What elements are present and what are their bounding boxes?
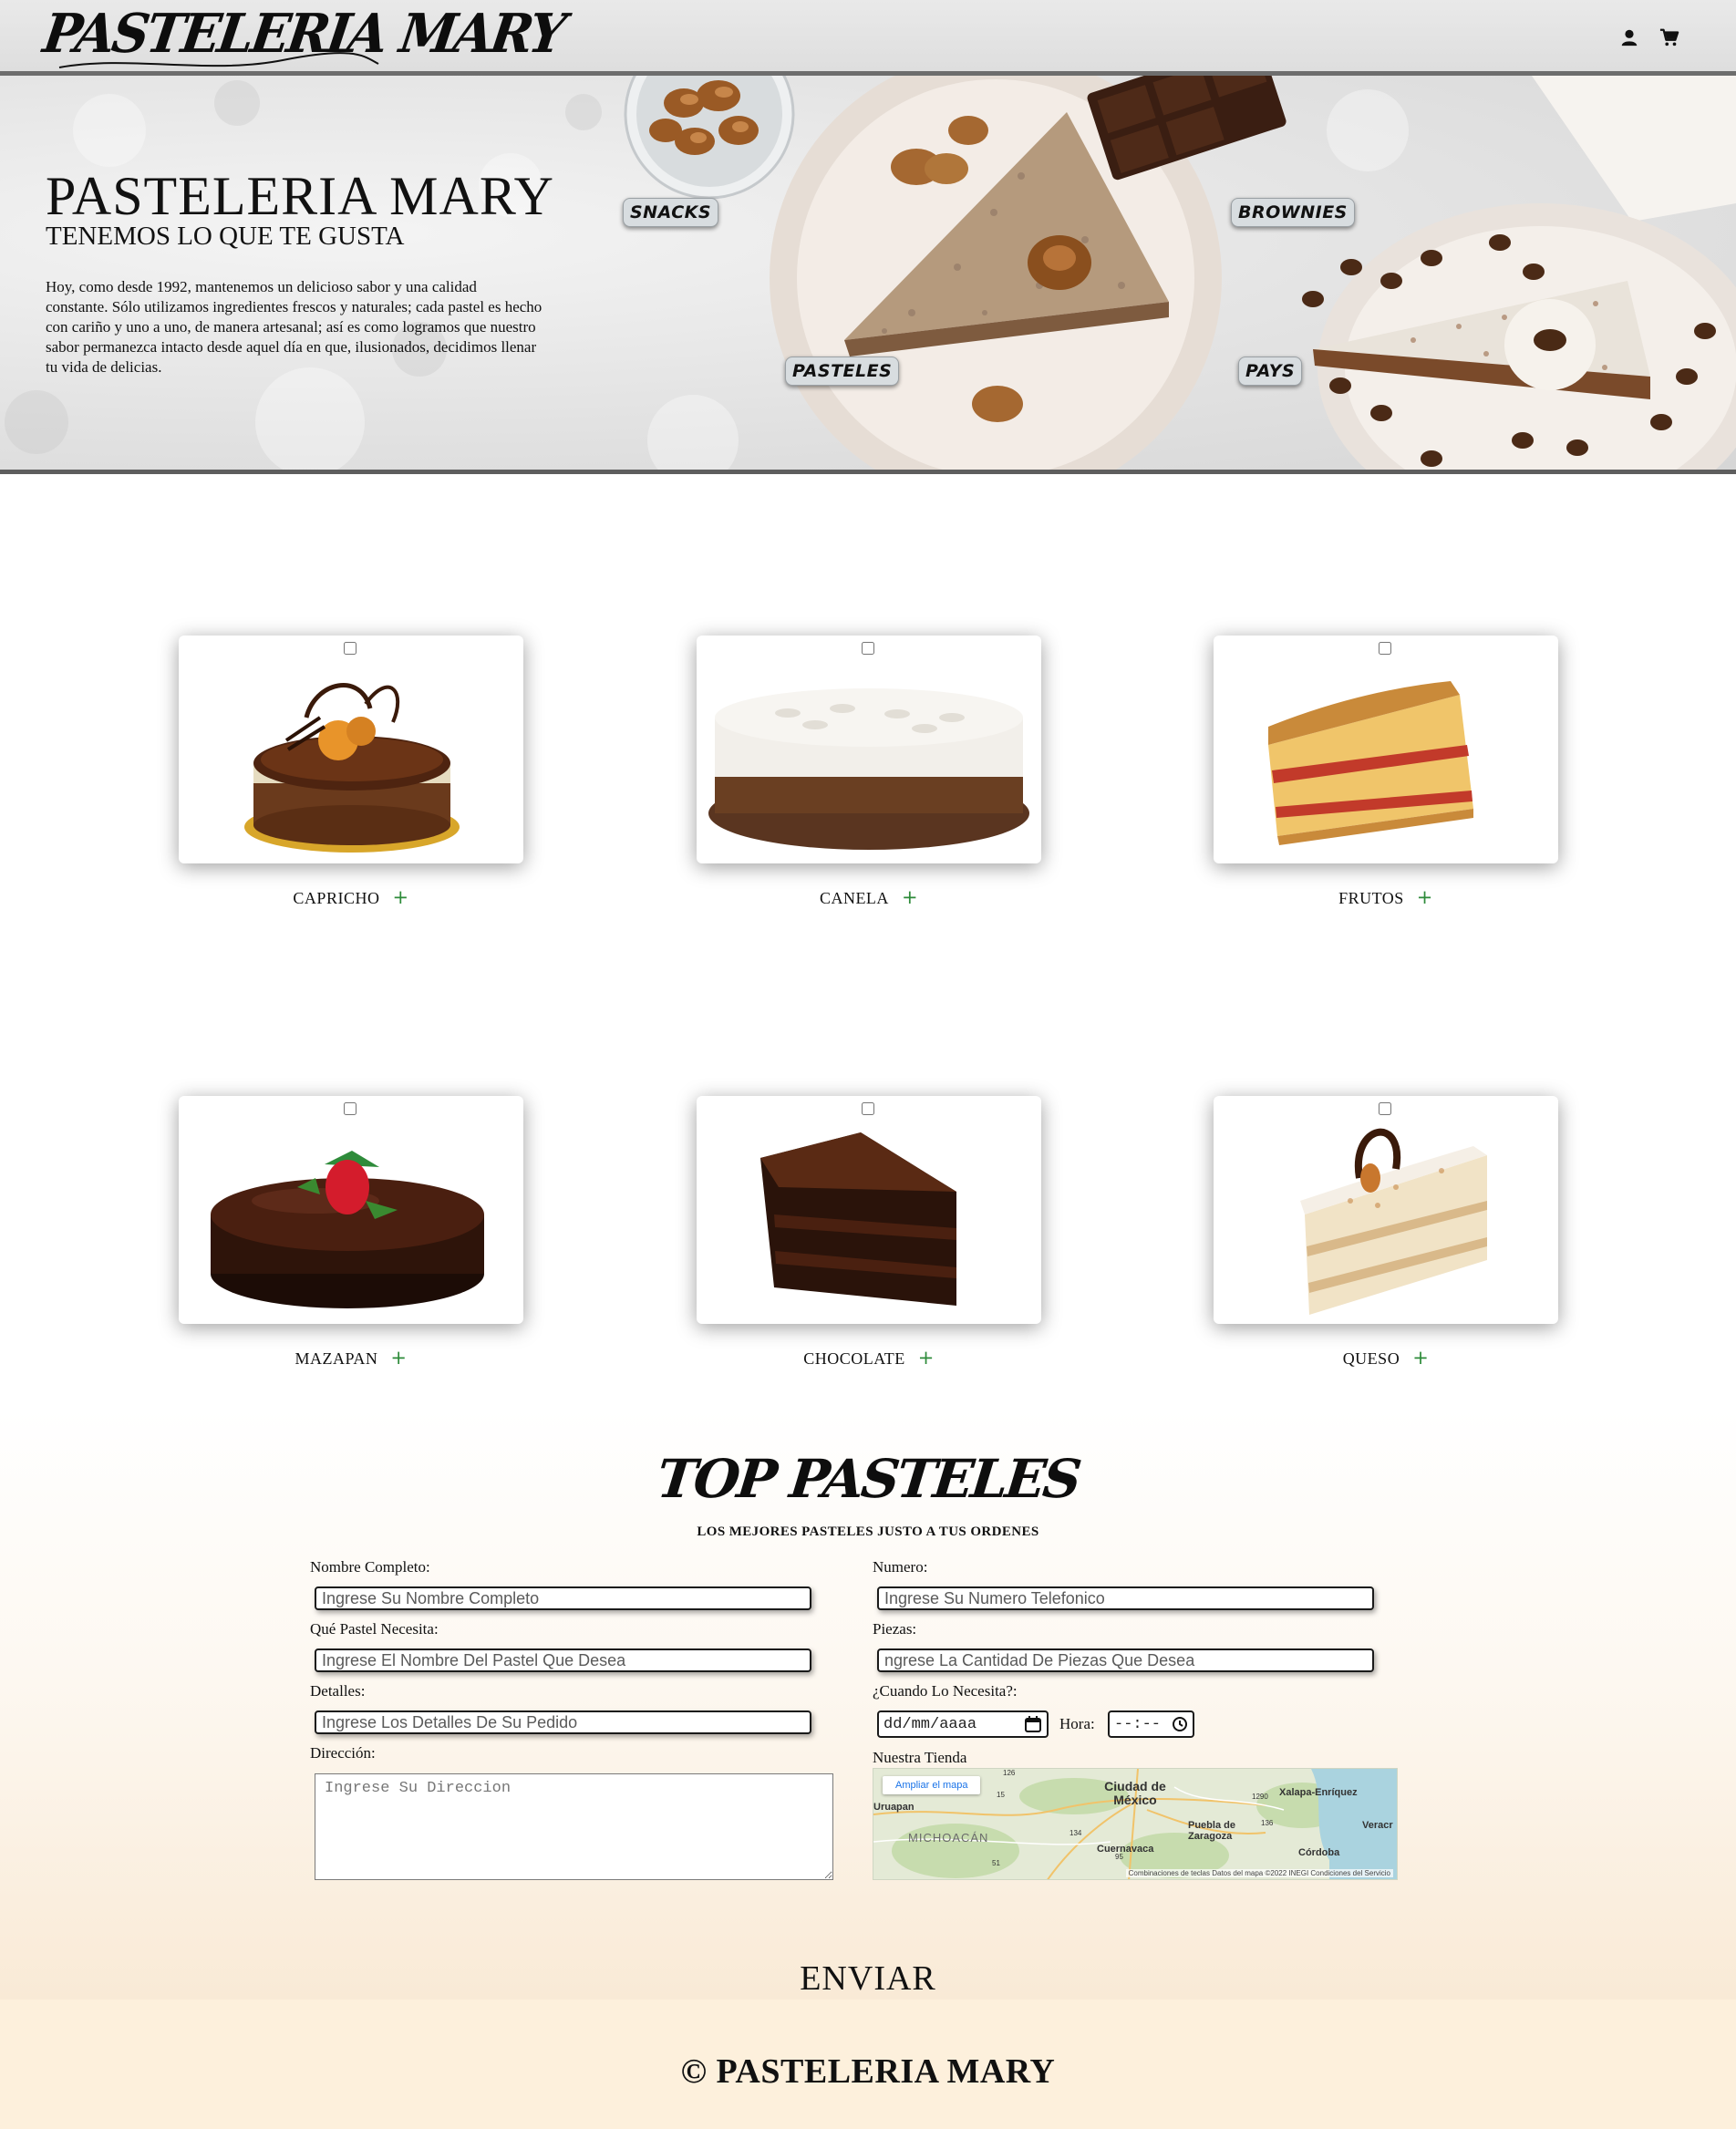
- product-name: CHOCOLATE: [803, 1349, 905, 1368]
- product-image-card[interactable]: [1214, 636, 1558, 863]
- product-name: FRUTOS: [1338, 889, 1404, 907]
- name-label: Nombre Completo:: [310, 1558, 430, 1576]
- capricho-cake-image: [244, 683, 460, 853]
- road-number-label: 1290: [1252, 1793, 1268, 1801]
- product-card-capricho: CAPRICHO +: [179, 636, 523, 908]
- product-label: CANELA +: [697, 886, 1041, 908]
- address-label: Dirección:: [310, 1744, 376, 1762]
- product-name: MAZAPAN: [294, 1349, 378, 1368]
- tag-pays[interactable]: PAYS: [1238, 357, 1303, 386]
- hero-subtitle: TENEMOS LO QUE TE GUSTA: [46, 222, 405, 251]
- map-place-label: Veracr: [1362, 1820, 1393, 1831]
- product-name: QUESO: [1342, 1349, 1400, 1368]
- product-select-checkbox[interactable]: [862, 642, 874, 655]
- add-product-plus-icon[interactable]: +: [902, 886, 918, 908]
- product-select-checkbox[interactable]: [344, 642, 356, 655]
- address-textarea[interactable]: [315, 1773, 833, 1880]
- product-card-mazapan: MAZAPAN +: [179, 1096, 523, 1369]
- road-number-label: 15: [997, 1791, 1005, 1799]
- product-image-card[interactable]: [1214, 1096, 1558, 1324]
- product-image-card[interactable]: [697, 1096, 1041, 1324]
- store-label: Nuestra Tienda: [873, 1749, 967, 1766]
- cake-label: Qué Pastel Necesita:: [310, 1620, 439, 1638]
- hero-banner: PASTELERIA MARY TENEMOS LO QUE TE GUSTA …: [0, 76, 1736, 474]
- map-attribution[interactable]: Combinaciones de teclas Datos del mapa ©…: [1125, 1869, 1393, 1877]
- date-picker[interactable]: dd/mm/aaaa: [877, 1710, 1049, 1738]
- road-number-label: 134: [1070, 1829, 1082, 1837]
- product-label: MAZAPAN +: [179, 1347, 523, 1369]
- pieces-label: Piezas:: [873, 1620, 917, 1638]
- store-map[interactable]: Ampliar el mapa Ciudad de México Xalapa-…: [873, 1768, 1398, 1880]
- pieces-field[interactable]: [877, 1648, 1374, 1672]
- product-card-canela: CANELA +: [697, 636, 1041, 908]
- road-number-label: 51: [992, 1859, 1000, 1867]
- road-number-label: 126: [1003, 1769, 1016, 1777]
- footer-copyright: © PASTELERIA MARY: [680, 2052, 1056, 2091]
- map-region-label: MICHOACÁN: [908, 1831, 989, 1845]
- hour-label: Hora:: [1059, 1715, 1095, 1732]
- name-field[interactable]: [315, 1586, 811, 1610]
- map-place-label: Xalapa-Enríquez: [1279, 1787, 1358, 1798]
- product-label: CAPRICHO +: [179, 886, 523, 908]
- product-select-checkbox[interactable]: [1379, 642, 1391, 655]
- cart-icon[interactable]: [1659, 27, 1679, 47]
- canela-cake-image: [708, 688, 1029, 850]
- map-place-label: Córdoba: [1298, 1847, 1340, 1858]
- top-navbar: PASTELERIA MARY: [0, 0, 1736, 76]
- calendar-icon[interactable]: [1024, 1715, 1042, 1733]
- product-image-card[interactable]: [179, 1096, 523, 1324]
- logo-swash-decoration: [58, 52, 379, 68]
- details-label: Detalles:: [310, 1682, 366, 1700]
- tag-pasteles[interactable]: PASTELES: [785, 357, 900, 386]
- tag-brownies[interactable]: BROWNIES: [1231, 198, 1355, 227]
- phone-label: Numero:: [873, 1558, 928, 1576]
- when-label: ¿Cuando Lo Necesita?:: [873, 1682, 1018, 1700]
- hero-title: PASTELERIA MARY: [46, 166, 554, 226]
- tag-snacks[interactable]: SNACKS: [623, 198, 719, 227]
- product-image-card[interactable]: [179, 636, 523, 863]
- mazapan-cake-image: [211, 1151, 484, 1308]
- cake-field[interactable]: [315, 1648, 811, 1672]
- map-place-label: Uruapan: [873, 1802, 914, 1813]
- add-product-plus-icon[interactable]: +: [1412, 1347, 1429, 1369]
- product-select-checkbox[interactable]: [862, 1102, 874, 1115]
- frutos-cake-image: [1268, 681, 1473, 845]
- queso-cake-image: [1300, 1128, 1487, 1315]
- product-name: CANELA: [819, 889, 889, 907]
- product-label: CHOCOLATE +: [697, 1347, 1041, 1369]
- product-card-chocolate: CHOCOLATE +: [697, 1096, 1041, 1369]
- time-picker[interactable]: --:--: [1108, 1710, 1194, 1738]
- product-label: QUESO +: [1214, 1347, 1558, 1369]
- submit-button[interactable]: ENVIAR: [777, 1958, 959, 1999]
- chocolate-cake-image: [760, 1132, 956, 1306]
- product-select-checkbox[interactable]: [344, 1102, 356, 1115]
- product-card-queso: QUESO +: [1214, 1096, 1558, 1369]
- map-place-label: Puebla de Zaragoza: [1188, 1820, 1235, 1842]
- product-card-frutos: FRUTOS +: [1214, 636, 1558, 908]
- map-place-label: Cuernavaca: [1097, 1844, 1154, 1855]
- enlarge-map-button[interactable]: Ampliar el mapa: [883, 1776, 981, 1794]
- date-value: dd/mm/aaaa: [884, 1715, 977, 1733]
- add-product-plus-icon[interactable]: +: [390, 1347, 407, 1369]
- details-field[interactable]: [315, 1710, 811, 1734]
- product-label: FRUTOS +: [1214, 886, 1558, 908]
- user-icon[interactable]: [1619, 27, 1639, 47]
- hero-cake-photo: [624, 76, 1736, 470]
- section-subtitle: LOS MEJORES PASTELES JUSTO A TUS ORDENES: [697, 1524, 1039, 1539]
- add-product-plus-icon[interactable]: +: [392, 886, 408, 908]
- hero-description: Hoy, como desde 1992, mantenemos un deli…: [46, 278, 542, 376]
- road-number-label: 95: [1115, 1853, 1123, 1861]
- phone-field[interactable]: [877, 1586, 1374, 1610]
- add-product-plus-icon[interactable]: +: [918, 1347, 935, 1369]
- add-product-plus-icon[interactable]: +: [1417, 886, 1433, 908]
- product-name: CAPRICHO: [293, 889, 380, 907]
- page-footer: © PASTELERIA MARY: [0, 2000, 1736, 2129]
- product-select-checkbox[interactable]: [1379, 1102, 1391, 1115]
- map-place-label: Ciudad de México: [1104, 1779, 1166, 1807]
- time-value: --:--: [1114, 1715, 1162, 1733]
- clock-icon[interactable]: [1172, 1716, 1188, 1732]
- section-title: TOP PASTELES: [654, 1448, 1082, 1510]
- product-image-card[interactable]: [697, 636, 1041, 863]
- road-number-label: 136: [1261, 1819, 1274, 1827]
